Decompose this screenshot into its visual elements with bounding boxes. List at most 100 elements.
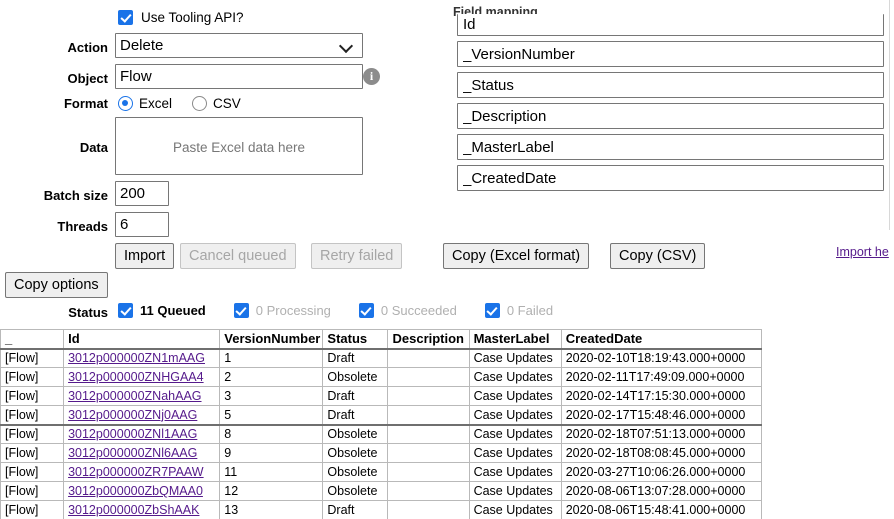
- field-mapping-input-3[interactable]: [457, 103, 884, 129]
- column-header-0[interactable]: _: [0, 329, 65, 350]
- table-row: [Flow] 3012p000000ZN1mAAG 1 Draft Case Updat…: [0, 348, 763, 368]
- cell-status: Draft: [322, 348, 389, 368]
- status-item-0[interactable]: 11 Queued: [118, 303, 206, 318]
- threads-input[interactable]: [115, 212, 169, 237]
- table-row: [Flow] 3012p000000ZbShAAK 13 Draft Case Upda…: [0, 500, 763, 519]
- cell-version: 12: [219, 481, 324, 501]
- record-id-link[interactable]: 3012p000000ZNHGAA4: [68, 370, 204, 384]
- cell-version: 11: [219, 462, 324, 482]
- column-header-3[interactable]: Status: [322, 329, 389, 350]
- cell-description: [387, 405, 470, 426]
- table-row: [Flow] 3012p000000ZNl6AAG 9 Obsolete Case Up…: [0, 443, 763, 463]
- action-label: Action: [67, 40, 108, 55]
- column-header-1[interactable]: Id: [63, 329, 221, 350]
- status-text-1: 0 Processing: [255, 303, 331, 318]
- record-id-link[interactable]: 3012p000000ZbQMAA0: [68, 484, 203, 498]
- copy-csv-button[interactable]: Copy (CSV): [610, 243, 706, 269]
- record-id-link[interactable]: 3012p000000ZNl1AAG: [68, 427, 197, 441]
- format-radio-group[interactable]: Excel CSV: [118, 96, 255, 111]
- cell-flag: [Flow]: [0, 462, 65, 482]
- field-mapping-input-5[interactable]: [457, 165, 884, 191]
- cell-flag: [Flow]: [0, 405, 65, 426]
- record-id-link[interactable]: 3012p000000ZR7PAAW: [68, 465, 204, 479]
- status-item-1[interactable]: 0 Processing: [233, 303, 331, 318]
- field-mapping-input-1[interactable]: [457, 41, 884, 67]
- data-textarea[interactable]: [115, 117, 363, 175]
- use-tooling-api-checkbox[interactable]: [118, 10, 133, 25]
- cell-status: Draft: [322, 405, 389, 426]
- cell-id: 3012p000000ZR7PAAW: [63, 462, 221, 482]
- cell-status: Draft: [322, 500, 389, 519]
- cell-version: 2: [219, 367, 324, 387]
- batch-size-input[interactable]: [115, 181, 169, 206]
- record-id-link[interactable]: 3012p000000ZNl6AAG: [68, 446, 197, 460]
- field-mapping-list[interactable]: [457, 14, 884, 196]
- cell-description: [387, 348, 470, 368]
- cell-id: 3012p000000ZbShAAK: [63, 500, 221, 519]
- import-help-link[interactable]: Import he: [836, 245, 889, 259]
- column-header-6[interactable]: CreatedDate: [560, 329, 763, 350]
- status-checkbox-3[interactable]: [484, 303, 500, 318]
- table-row: [Flow] 3012p000000ZNj0AAG 5 Draft Case Updat…: [0, 405, 763, 426]
- status-item-3[interactable]: 0 Failed: [484, 303, 553, 318]
- cell-status: Draft: [322, 386, 389, 406]
- format-radio-excel[interactable]: [118, 96, 133, 111]
- status-text-0: 11 Queued: [140, 303, 206, 318]
- results-table: _ Id VersionNumber Status Description MasterL…: [0, 329, 763, 519]
- cell-id: 3012p000000ZNHGAA4: [63, 367, 221, 387]
- column-header-5[interactable]: MasterLabel: [468, 329, 562, 350]
- cell-status: Obsolete: [322, 443, 389, 463]
- object-input[interactable]: [115, 64, 363, 89]
- cell-flag: [Flow]: [0, 367, 65, 387]
- status-checkbox-2[interactable]: [358, 303, 374, 318]
- cell-status: Obsolete: [322, 367, 389, 387]
- status-item-2[interactable]: 0 Succeeded: [358, 303, 457, 318]
- cell-master-label: Case Updates: [468, 424, 562, 444]
- copy-excel-format-button[interactable]: Copy (Excel format): [443, 243, 590, 269]
- column-header-2[interactable]: VersionNumber: [219, 329, 324, 350]
- field-mapping-input-2[interactable]: [457, 72, 884, 98]
- cell-description: [387, 424, 470, 444]
- cell-master-label: Case Updates: [468, 405, 562, 426]
- cell-master-label: Case Updates: [468, 462, 562, 482]
- record-id-link[interactable]: 3012p000000ZNj0AAG: [68, 408, 197, 422]
- table-header-row: _ Id VersionNumber Status Description MasterL…: [0, 329, 763, 350]
- use-tooling-api-label: Use Tooling API?: [141, 10, 244, 25]
- cell-created-date: 2020-02-10T18:19:43.000+0000: [560, 348, 763, 368]
- status-text-2: 0 Succeeded: [380, 303, 457, 318]
- use-tooling-api-row[interactable]: Use Tooling API?: [118, 10, 244, 25]
- column-header-4[interactable]: Description: [387, 329, 470, 350]
- record-id-link[interactable]: 3012p000000ZN1mAAG: [68, 351, 205, 365]
- action-select[interactable]: Delete: [115, 33, 363, 58]
- batch-size-label: Batch size: [43, 188, 108, 203]
- copy-options-button[interactable]: Copy options: [5, 272, 108, 298]
- cell-version: 8: [219, 424, 324, 444]
- cell-description: [387, 500, 470, 519]
- record-id-link[interactable]: 3012p000000ZbShAAK: [68, 503, 199, 517]
- info-icon[interactable]: i: [363, 68, 380, 85]
- cell-master-label: Case Updates: [468, 348, 562, 368]
- retry-failed-button[interactable]: Retry failed: [311, 243, 403, 269]
- cell-id: 3012p000000ZbQMAA0: [63, 481, 221, 501]
- status-filter-group[interactable]: 11 Queued 0 Processing 0 Succeeded 0 Failed: [118, 303, 581, 318]
- cell-description: [387, 462, 470, 482]
- cell-status: Obsolete: [322, 462, 389, 482]
- table-row: [Flow] 3012p000000ZNahAAG 3 Draft Case Updat…: [0, 386, 763, 406]
- cell-description: [387, 443, 470, 463]
- import-button[interactable]: Import: [115, 243, 175, 269]
- field-mapping-input-0[interactable]: [457, 14, 884, 36]
- format-radio-csv[interactable]: [192, 96, 208, 111]
- cell-version: 9: [219, 443, 324, 463]
- cell-master-label: Case Updates: [468, 367, 562, 387]
- status-checkbox-0[interactable]: [118, 303, 133, 318]
- cell-master-label: Case Updates: [468, 386, 562, 406]
- data-label: Data: [79, 140, 108, 155]
- field-mapping-input-4[interactable]: [457, 134, 884, 160]
- cell-master-label: Case Updates: [468, 443, 562, 463]
- cancel-queued-button[interactable]: Cancel queued: [180, 243, 296, 269]
- cell-version: 1: [219, 348, 324, 368]
- status-checkbox-1[interactable]: [233, 303, 249, 318]
- record-id-link[interactable]: 3012p000000ZNahAAG: [68, 389, 201, 403]
- table-row: [Flow] 3012p000000ZR7PAAW 11 Obsolete Case U…: [0, 462, 763, 482]
- cell-description: [387, 481, 470, 501]
